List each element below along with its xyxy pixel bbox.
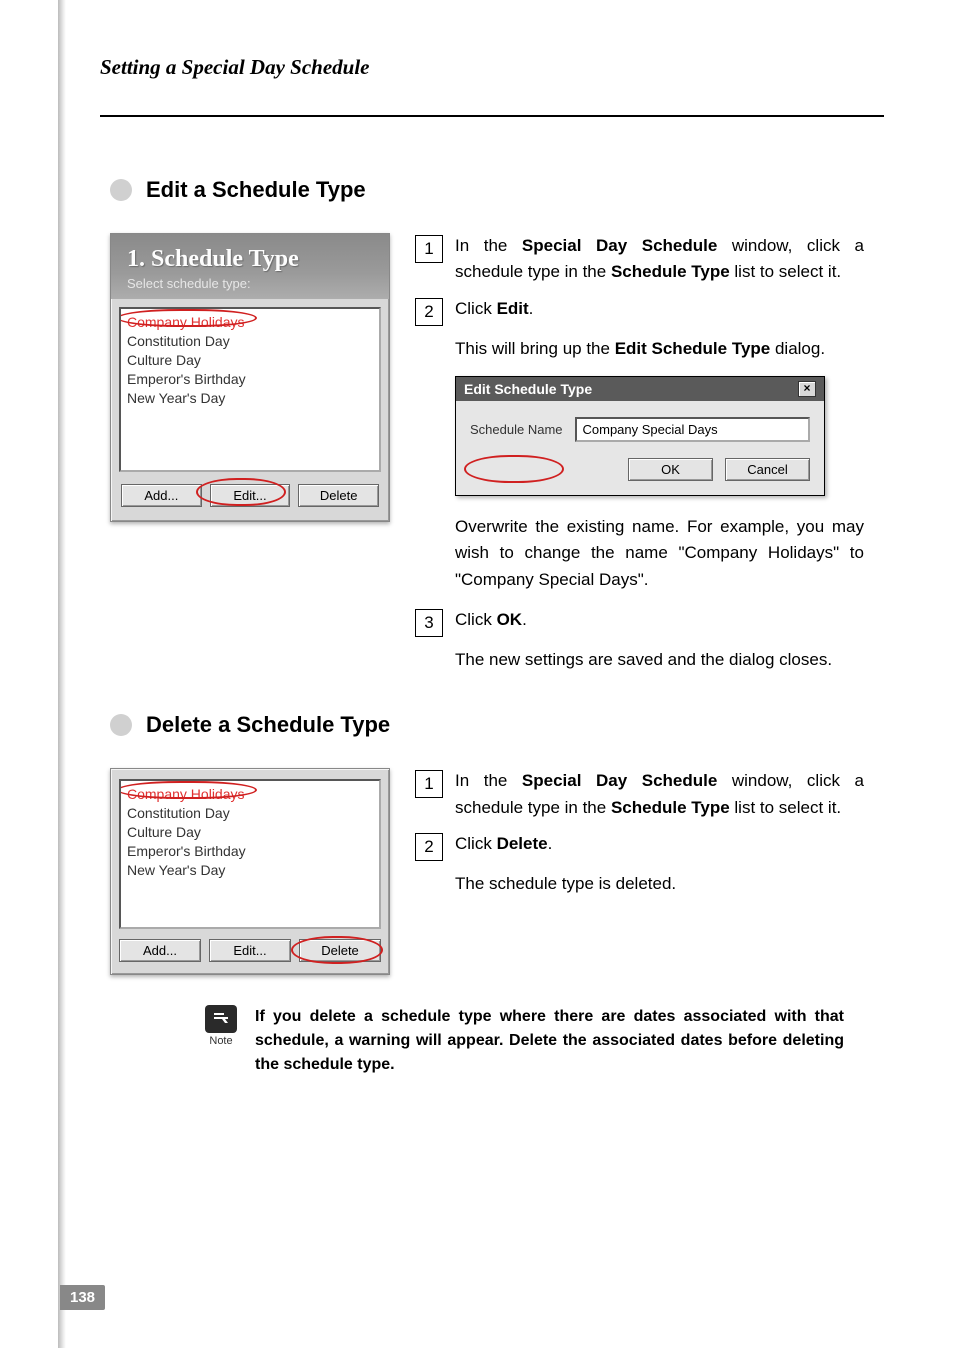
- step-text: In the Special Day Schedule window, clic…: [455, 233, 864, 286]
- page-binding-edge: [58, 0, 66, 1348]
- step-number: 3: [415, 609, 443, 637]
- header-rule: [100, 115, 884, 117]
- ok-button[interactable]: OK: [628, 458, 713, 481]
- page-number: 138: [60, 1285, 105, 1310]
- delete-button[interactable]: Delete: [298, 484, 379, 507]
- step-text: Click Edit.: [455, 296, 533, 322]
- schedule-type-panel: Company Holidays Constitution Day Cultur…: [110, 768, 390, 975]
- list-item[interactable]: Culture Day: [127, 823, 373, 842]
- list-item[interactable]: Emperor's Birthday: [127, 370, 373, 389]
- schedule-name-input[interactable]: [575, 417, 811, 442]
- step-number: 2: [415, 833, 443, 861]
- edit-schedule-type-dialog: Edit Schedule Type × Schedule Name OK Ca…: [455, 376, 825, 496]
- section-bullet-icon: [110, 714, 132, 736]
- step-text: Click OK.: [455, 607, 527, 633]
- step-number: 1: [415, 235, 443, 263]
- list-item[interactable]: Company Holidays: [127, 313, 373, 332]
- note-icon: [205, 1005, 237, 1033]
- schedule-type-listbox[interactable]: Company Holidays Constitution Day Cultur…: [119, 307, 381, 472]
- note-label: Note: [205, 1035, 237, 1047]
- delete-button[interactable]: Delete: [299, 939, 381, 962]
- step-text: In the Special Day Schedule window, clic…: [455, 768, 864, 821]
- note-text: If you delete a schedule type where ther…: [255, 1005, 844, 1077]
- step-subtext: The schedule type is deleted.: [455, 871, 864, 897]
- section-title-delete: Delete a Schedule Type: [146, 712, 390, 738]
- step-number: 2: [415, 298, 443, 326]
- step-number: 1: [415, 770, 443, 798]
- panel-subtitle: Select schedule type:: [127, 276, 373, 291]
- cancel-button[interactable]: Cancel: [725, 458, 810, 481]
- dialog-title: Edit Schedule Type: [464, 381, 592, 397]
- section-bullet-icon: [110, 179, 132, 201]
- schedule-name-label: Schedule Name: [470, 422, 563, 437]
- step-subtext: This will bring up the Edit Schedule Typ…: [455, 336, 864, 362]
- add-button[interactable]: Add...: [119, 939, 201, 962]
- schedule-type-listbox[interactable]: Company Holidays Constitution Day Cultur…: [119, 779, 381, 929]
- running-header: Setting a Special Day Schedule: [100, 55, 884, 80]
- list-item[interactable]: Constitution Day: [127, 332, 373, 351]
- schedule-type-panel: 1. Schedule Type Select schedule type: C…: [110, 233, 390, 522]
- add-button[interactable]: Add...: [121, 484, 202, 507]
- list-item[interactable]: New Year's Day: [127, 389, 373, 408]
- edit-button[interactable]: Edit...: [210, 484, 291, 507]
- list-item[interactable]: New Year's Day: [127, 861, 373, 880]
- step-subtext: The new settings are saved and the dialo…: [455, 647, 864, 673]
- list-item[interactable]: Constitution Day: [127, 804, 373, 823]
- panel-title: 1. Schedule Type: [127, 246, 373, 273]
- close-icon[interactable]: ×: [798, 381, 816, 397]
- step-text: Click Delete.: [455, 831, 552, 857]
- list-item[interactable]: Company Holidays: [127, 785, 373, 804]
- list-item[interactable]: Culture Day: [127, 351, 373, 370]
- red-highlight-oval: [464, 455, 564, 483]
- section-title-edit: Edit a Schedule Type: [146, 177, 366, 203]
- edit-button[interactable]: Edit...: [209, 939, 291, 962]
- step-after-text: Overwrite the existing name. For example…: [455, 514, 864, 593]
- list-item[interactable]: Emperor's Birthday: [127, 842, 373, 861]
